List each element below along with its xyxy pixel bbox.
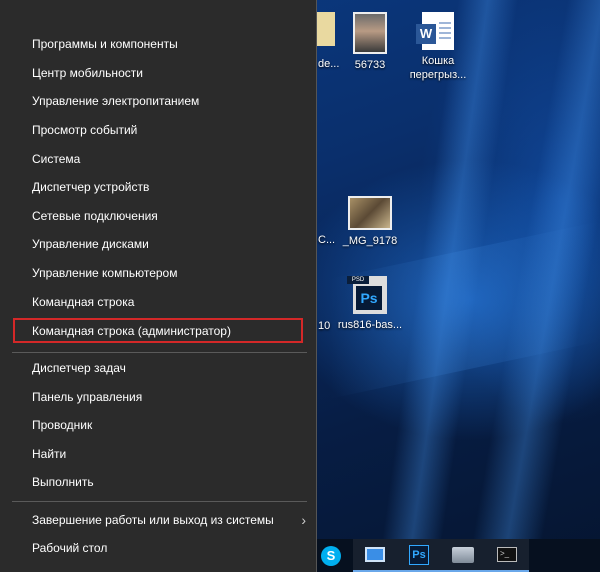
menu-item-event-viewer[interactable]: Просмотр событий [0, 116, 316, 145]
desktop-icon-56733[interactable]: 56733 [334, 12, 406, 72]
desktop-icon-word-doc[interactable]: W Кошка перегрыз... [402, 12, 474, 82]
desktop-icon-label: rus816-bas... [337, 319, 403, 331]
menu-item-task-manager[interactable]: Диспетчер задач [0, 354, 316, 383]
menu-item-shutdown-signout[interactable]: Завершение работы или выход из системы › [0, 506, 316, 535]
menu-separator [12, 352, 307, 353]
menu-item-computer-management[interactable]: Управление компьютером [0, 259, 316, 288]
command-prompt-icon[interactable]: >_ [485, 539, 529, 572]
partial-icon-label: 10 [318, 320, 331, 332]
menu-item-run[interactable]: Выполнить [0, 468, 316, 497]
menu-item-command-prompt-admin[interactable]: Командная строка (администратор) [0, 317, 316, 346]
desktop-icon-psd[interactable]: PSD Ps rus816-bas... [334, 276, 406, 332]
photo-thumbnail-icon [353, 12, 387, 54]
menu-item-control-panel[interactable]: Панель управления [0, 383, 316, 412]
partial-icon-label: C... [318, 234, 336, 246]
menu-item-network-connections[interactable]: Сетевые подключения [0, 202, 316, 231]
desktop-icon-label: _MG_9178 [342, 235, 398, 247]
menu-item-disk-management[interactable]: Управление дисками [0, 230, 316, 259]
menu-item-command-prompt[interactable]: Командная строка [0, 288, 316, 317]
menu-separator [12, 501, 307, 502]
menu-item-desktop[interactable]: Рабочий стол [0, 534, 316, 563]
menu-item-device-manager[interactable]: Диспетчер устройств [0, 173, 316, 202]
menu-item-power-options[interactable]: Управление электропитанием [0, 87, 316, 116]
chevron-right-icon: › [301, 512, 306, 528]
photoshop-icon[interactable]: Ps [397, 539, 441, 572]
photo-thumbnail-icon [348, 196, 392, 230]
winx-context-menu: Программы и компоненты Центр мобильности… [0, 0, 317, 572]
menu-item-file-explorer[interactable]: Проводник [0, 411, 316, 440]
menu-item-label: Завершение работы или выход из системы [32, 513, 274, 527]
desktop-icon-label: 56733 [354, 59, 386, 71]
menu-item-mobility-center[interactable]: Центр мобильности [0, 59, 316, 88]
remote-desktop-icon[interactable] [353, 539, 397, 572]
word-document-icon: W [416, 12, 454, 50]
photoshop-file-icon: PSD Ps [347, 276, 387, 314]
menu-item-system[interactable]: Система [0, 145, 316, 174]
network-icon[interactable] [441, 539, 485, 572]
desktop-icon-mg9178[interactable]: _MG_9178 [334, 196, 406, 248]
menu-item-programs-features[interactable]: Программы и компоненты [0, 30, 316, 59]
menu-item-search[interactable]: Найти [0, 440, 316, 469]
desktop-icon-label: Кошка перегрыз... [409, 55, 467, 81]
